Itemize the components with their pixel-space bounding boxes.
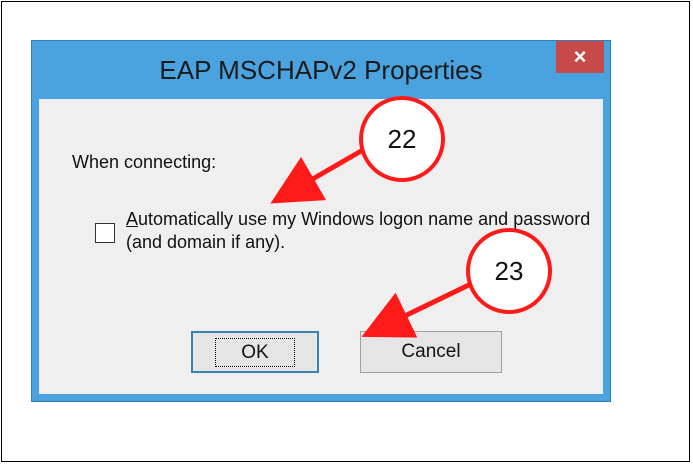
ok-button[interactable]: OK <box>191 331 319 373</box>
screenshot-frame: EAP MSCHAPv2 Properties × When connectin… <box>1 1 690 462</box>
close-icon: × <box>573 44 587 69</box>
eap-mschapv2-dialog: EAP MSCHAPv2 Properties × When connectin… <box>31 40 611 402</box>
access-key-letter: A <box>126 209 139 229</box>
cancel-button[interactable]: Cancel <box>360 331 502 373</box>
auto-logon-checkbox[interactable] <box>95 223 115 243</box>
dialog-titlebar[interactable]: EAP MSCHAPv2 Properties × <box>32 41 610 103</box>
dialog-title: EAP MSCHAPv2 Properties <box>159 55 483 85</box>
when-connecting-label: When connecting: <box>72 152 217 172</box>
close-button[interactable]: × <box>556 41 604 73</box>
cancel-button-label: Cancel <box>401 341 461 362</box>
callout-23: 23 <box>466 228 552 314</box>
callout-22: 22 <box>359 96 445 182</box>
ok-button-label: OK <box>215 338 295 367</box>
